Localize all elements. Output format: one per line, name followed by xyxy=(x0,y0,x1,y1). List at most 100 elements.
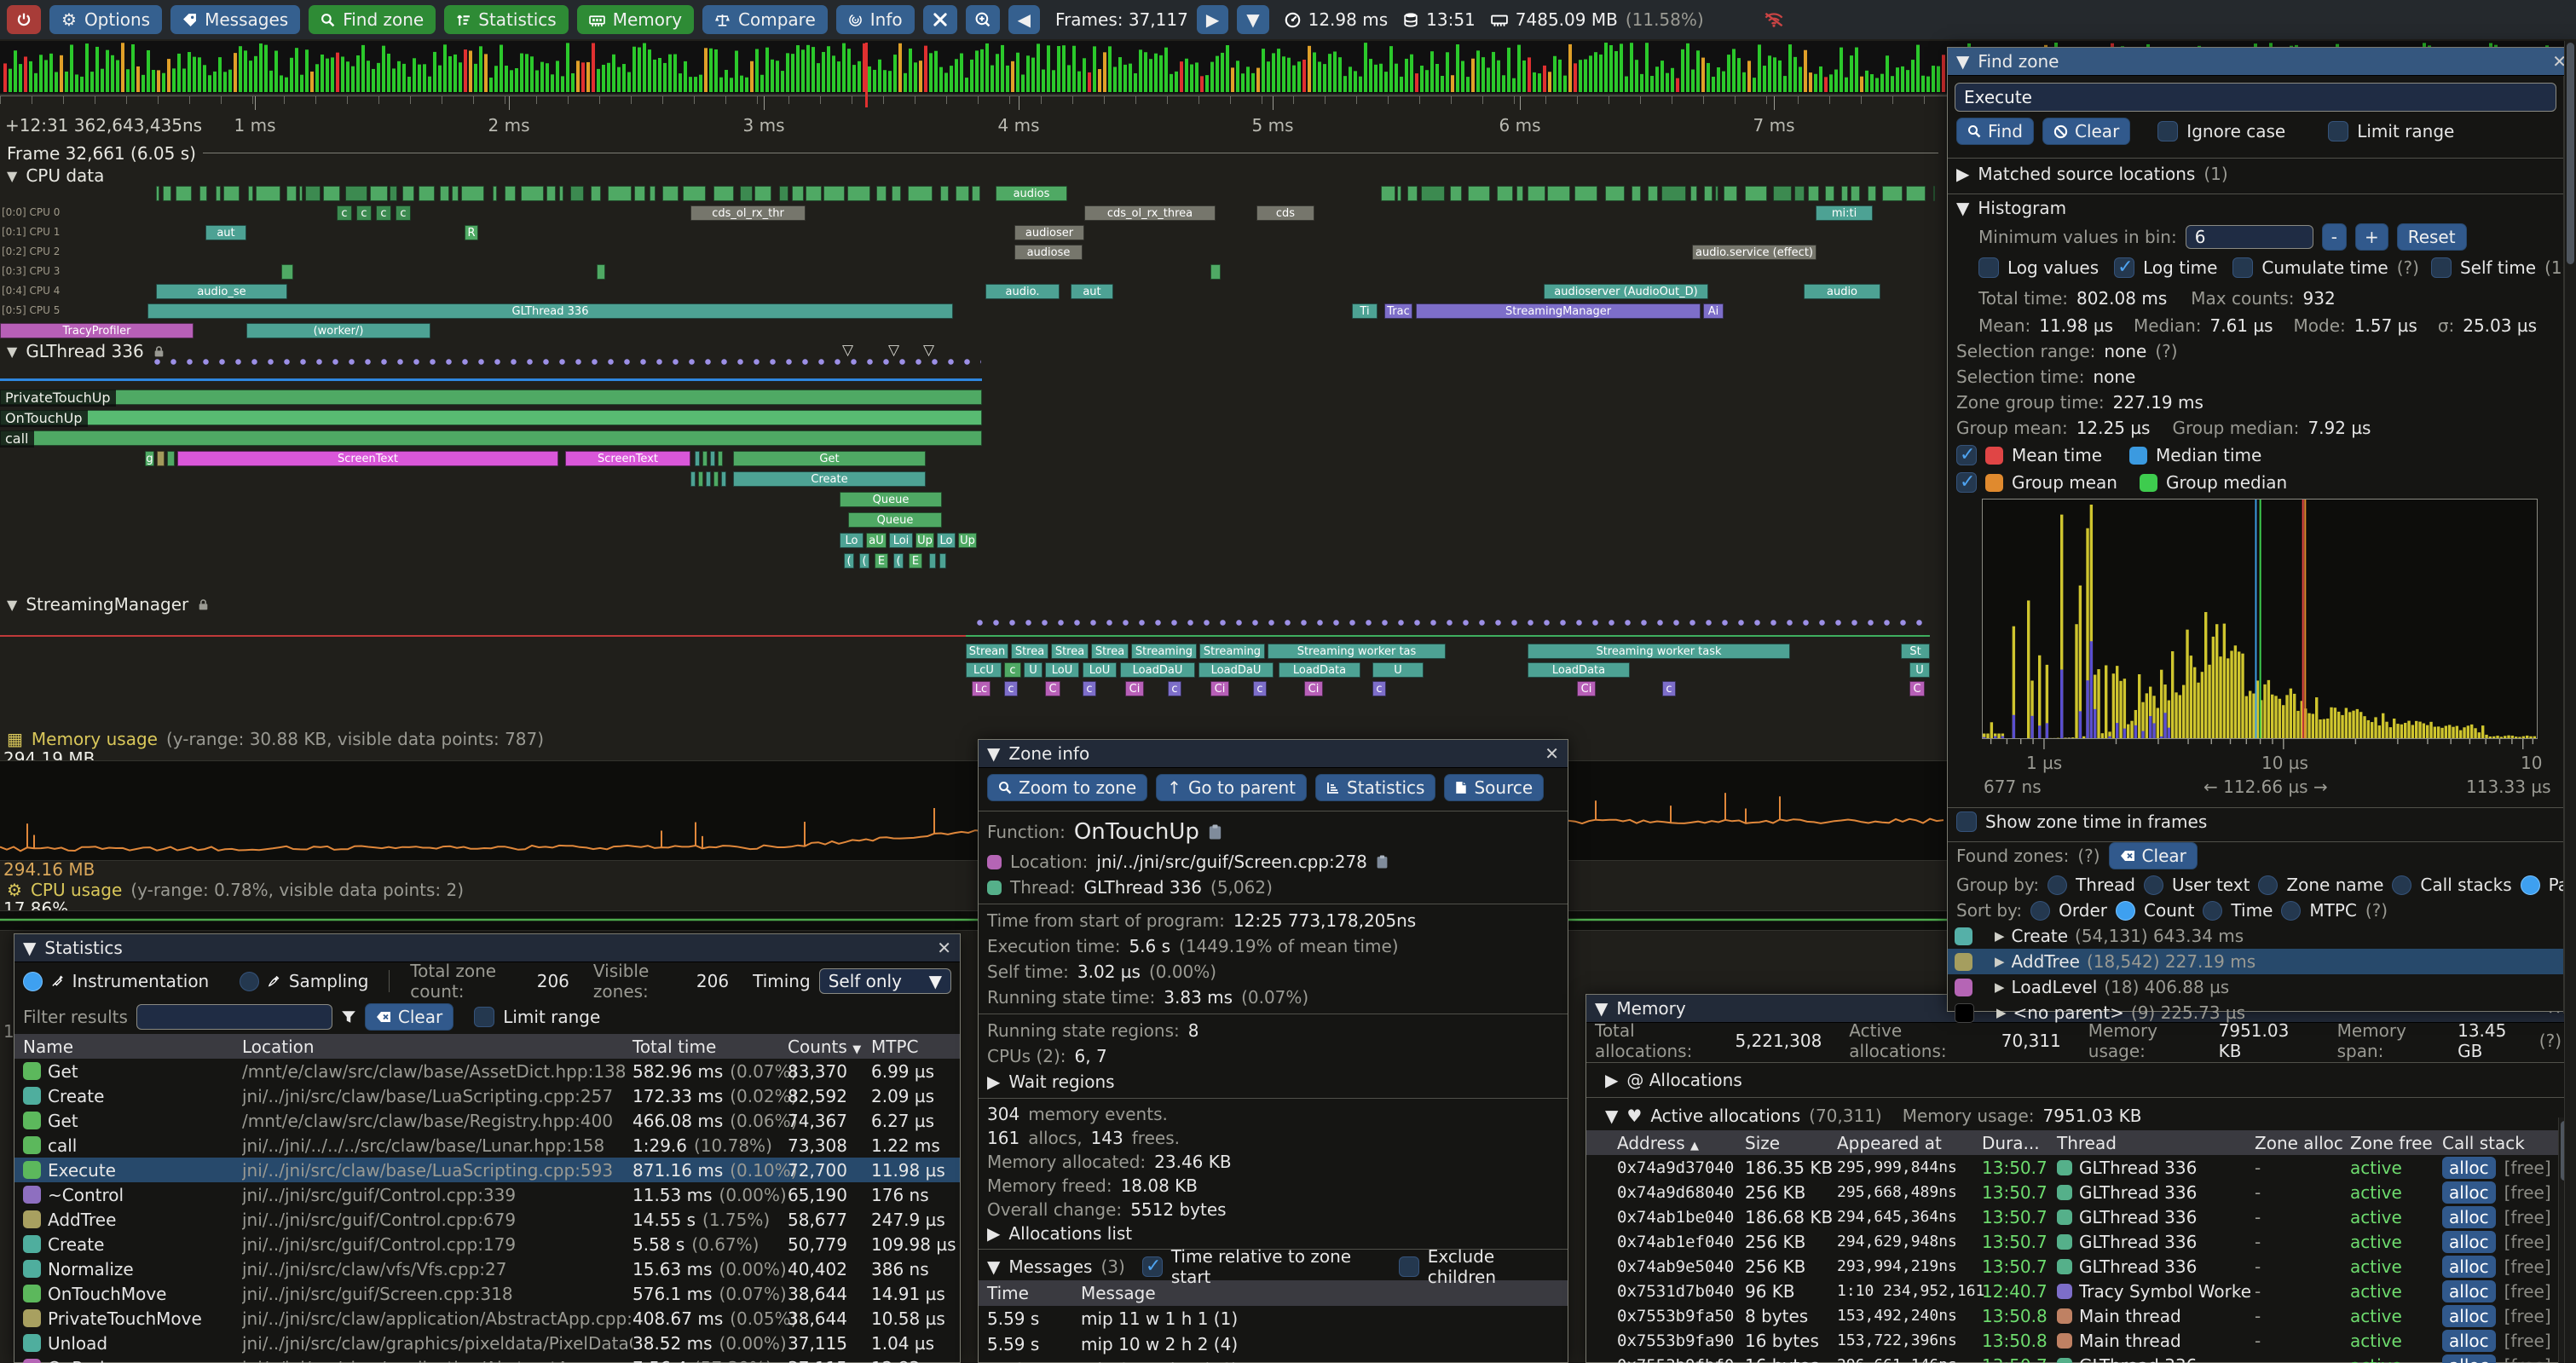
alloc-callstack-button[interactable]: alloc xyxy=(2442,1305,2496,1327)
zone-segment[interactable] xyxy=(1868,186,1876,201)
stats-table-row[interactable]: AddTreejni/../jni/src/guif/Control.cpp:6… xyxy=(14,1207,960,1232)
zone-segment[interactable]: Up xyxy=(958,533,977,548)
compare-button[interactable]: Compare xyxy=(702,5,828,34)
zone-segment[interactable] xyxy=(908,186,933,201)
exclude-children-checkbox[interactable] xyxy=(1399,1256,1419,1277)
zone-segment[interactable]: cds xyxy=(1256,205,1314,221)
cpu-timeline-row[interactable]: audios xyxy=(0,186,1947,203)
find-zone-query-input[interactable]: Execute xyxy=(1955,83,2556,112)
limit-range-checkbox[interactable] xyxy=(474,1007,494,1027)
zone-segment[interactable]: St xyxy=(1901,644,1930,659)
zone-segment[interactable]: LoadData xyxy=(1528,662,1630,678)
zone-segment[interactable] xyxy=(1421,186,1445,201)
found-zone-row[interactable]: ▶LoadLevel(18) 406.88 µs xyxy=(1948,974,2575,1000)
zone-segment[interactable] xyxy=(792,186,804,201)
radio-time[interactable] xyxy=(2203,901,2222,921)
instrumentation-radio[interactable] xyxy=(23,972,43,991)
log-time-checkbox[interactable] xyxy=(2114,257,2134,278)
clipboard-icon[interactable] xyxy=(1208,823,1222,840)
zone-segment[interactable]: audio xyxy=(1804,284,1880,299)
zone-segment[interactable] xyxy=(1724,186,1737,201)
zone-segment[interactable] xyxy=(1397,186,1402,201)
zone-segment[interactable]: ScreenText xyxy=(565,451,690,466)
zone-segment[interactable] xyxy=(650,186,656,201)
shutdown-button[interactable] xyxy=(7,5,41,34)
zone-segment[interactable] xyxy=(1497,186,1512,201)
zone-segment[interactable] xyxy=(1715,186,1718,201)
zone-segment[interactable]: Streaming worker task xyxy=(1528,644,1790,659)
zone-segment[interactable] xyxy=(939,553,946,569)
zone-segment[interactable] xyxy=(702,451,708,466)
zone-segment[interactable] xyxy=(1825,186,1834,201)
cpu-timeline-row[interactable]: [0:1] CPU 1autRaudioser xyxy=(0,225,1947,242)
zone-segment[interactable] xyxy=(157,451,165,466)
zone-segment[interactable] xyxy=(1882,186,1903,201)
radio-user-text[interactable] xyxy=(2144,875,2163,895)
zone-segment[interactable] xyxy=(167,451,175,466)
zone-segment[interactable]: c xyxy=(1004,681,1018,696)
zone-segment[interactable] xyxy=(706,471,711,487)
zone-segment[interactable] xyxy=(1381,186,1395,201)
zone-segment[interactable] xyxy=(1841,186,1848,201)
zone-segment[interactable] xyxy=(546,186,556,201)
allocation-row[interactable]: 0x7553b9fa9016 bytes153,722,396ns13:50.8… xyxy=(1586,1328,2570,1353)
zone-segment[interactable] xyxy=(892,186,901,201)
zone-segment[interactable] xyxy=(1648,186,1658,201)
alloc-callstack-button[interactable]: alloc xyxy=(2442,1231,2496,1253)
zone-segment[interactable] xyxy=(740,186,753,201)
zone-segment[interactable]: Streaming xyxy=(1199,644,1265,659)
zone-segment[interactable]: Strea xyxy=(1051,644,1089,659)
zone-segment[interactable]: ( xyxy=(893,553,904,569)
zone-segment[interactable] xyxy=(1794,186,1805,201)
zone-segment[interactable] xyxy=(1605,186,1625,201)
zone-segment[interactable] xyxy=(345,186,367,201)
glthread-section-header[interactable]: ▼ GLThread 336 xyxy=(7,341,165,361)
zone-segment[interactable] xyxy=(1808,186,1818,201)
zone-segment[interactable] xyxy=(1933,186,1935,201)
zone-segment[interactable] xyxy=(248,186,253,201)
zone-segment[interactable]: U xyxy=(1024,662,1043,678)
ignore-case-checkbox[interactable] xyxy=(2157,121,2178,141)
streaming-sample-dots[interactable] xyxy=(972,619,1930,627)
streaming-section-header[interactable]: ▼ StreamingManager xyxy=(7,594,210,615)
zone-segment[interactable]: c xyxy=(1168,681,1181,696)
zone-segment[interactable] xyxy=(390,186,397,201)
zone-segment[interactable] xyxy=(1704,186,1713,201)
message-row[interactable]: 5.59 smip 9 w 4 h 4 (16) xyxy=(979,1357,1568,1363)
zone-segment[interactable]: LoadDaU xyxy=(1120,662,1195,678)
zone-segment[interactable]: StreamingManager xyxy=(1416,303,1701,319)
zone-segment[interactable] xyxy=(216,186,221,201)
zone-segment[interactable]: LcU xyxy=(966,662,1002,678)
allocation-row[interactable]: 0x7531d7b04096 KB1:10 234,952,16112:40.7… xyxy=(1586,1279,2570,1303)
zone-segment[interactable] xyxy=(199,186,207,201)
zone-segment[interactable] xyxy=(461,186,484,201)
radio-order[interactable] xyxy=(2030,901,2050,921)
zone-segment[interactable]: C xyxy=(1909,681,1925,696)
zone-segment[interactable] xyxy=(493,186,497,201)
zone-segment[interactable]: Strea xyxy=(1091,644,1129,659)
zone-segment[interactable] xyxy=(505,186,516,201)
zone-segment[interactable] xyxy=(370,186,388,201)
zone-segment[interactable] xyxy=(281,264,293,280)
radio-zone-name[interactable] xyxy=(2258,875,2278,895)
alloc-callstack-button[interactable]: alloc xyxy=(2442,1256,2496,1278)
zoom-tool-button[interactable] xyxy=(966,5,1000,34)
zone-segment[interactable] xyxy=(0,390,982,405)
zone-segment[interactable]: cds_ol_rx_threa xyxy=(1084,205,1216,221)
find-zone-button[interactable]: Find zone xyxy=(309,5,436,34)
allocations-list-expander[interactable]: ▶Allocations list xyxy=(979,1222,1568,1245)
zone-segment[interactable]: Ci xyxy=(1210,681,1229,696)
zone-segment[interactable] xyxy=(1450,186,1462,201)
close-icon[interactable]: ✕ xyxy=(937,938,951,958)
zone-segment[interactable] xyxy=(1516,186,1522,201)
zone-segment[interactable]: c xyxy=(396,205,411,221)
limit-range-checkbox[interactable] xyxy=(2328,121,2348,141)
statistics-button[interactable]: Statistics xyxy=(444,5,568,34)
clear-button[interactable]: Clear xyxy=(2042,118,2130,145)
mean-median-checkbox[interactable] xyxy=(1956,445,1977,465)
zone-segment[interactable] xyxy=(754,186,771,201)
zone-segment[interactable] xyxy=(440,186,449,201)
zone-segment[interactable]: audiose xyxy=(1014,245,1083,260)
allocation-row[interactable]: 0x7553b9fa508 bytes153,492,240ns13:50.8M… xyxy=(1586,1303,2570,1328)
zone-segment[interactable]: audioserver (AudioOut_D) xyxy=(1544,284,1708,299)
